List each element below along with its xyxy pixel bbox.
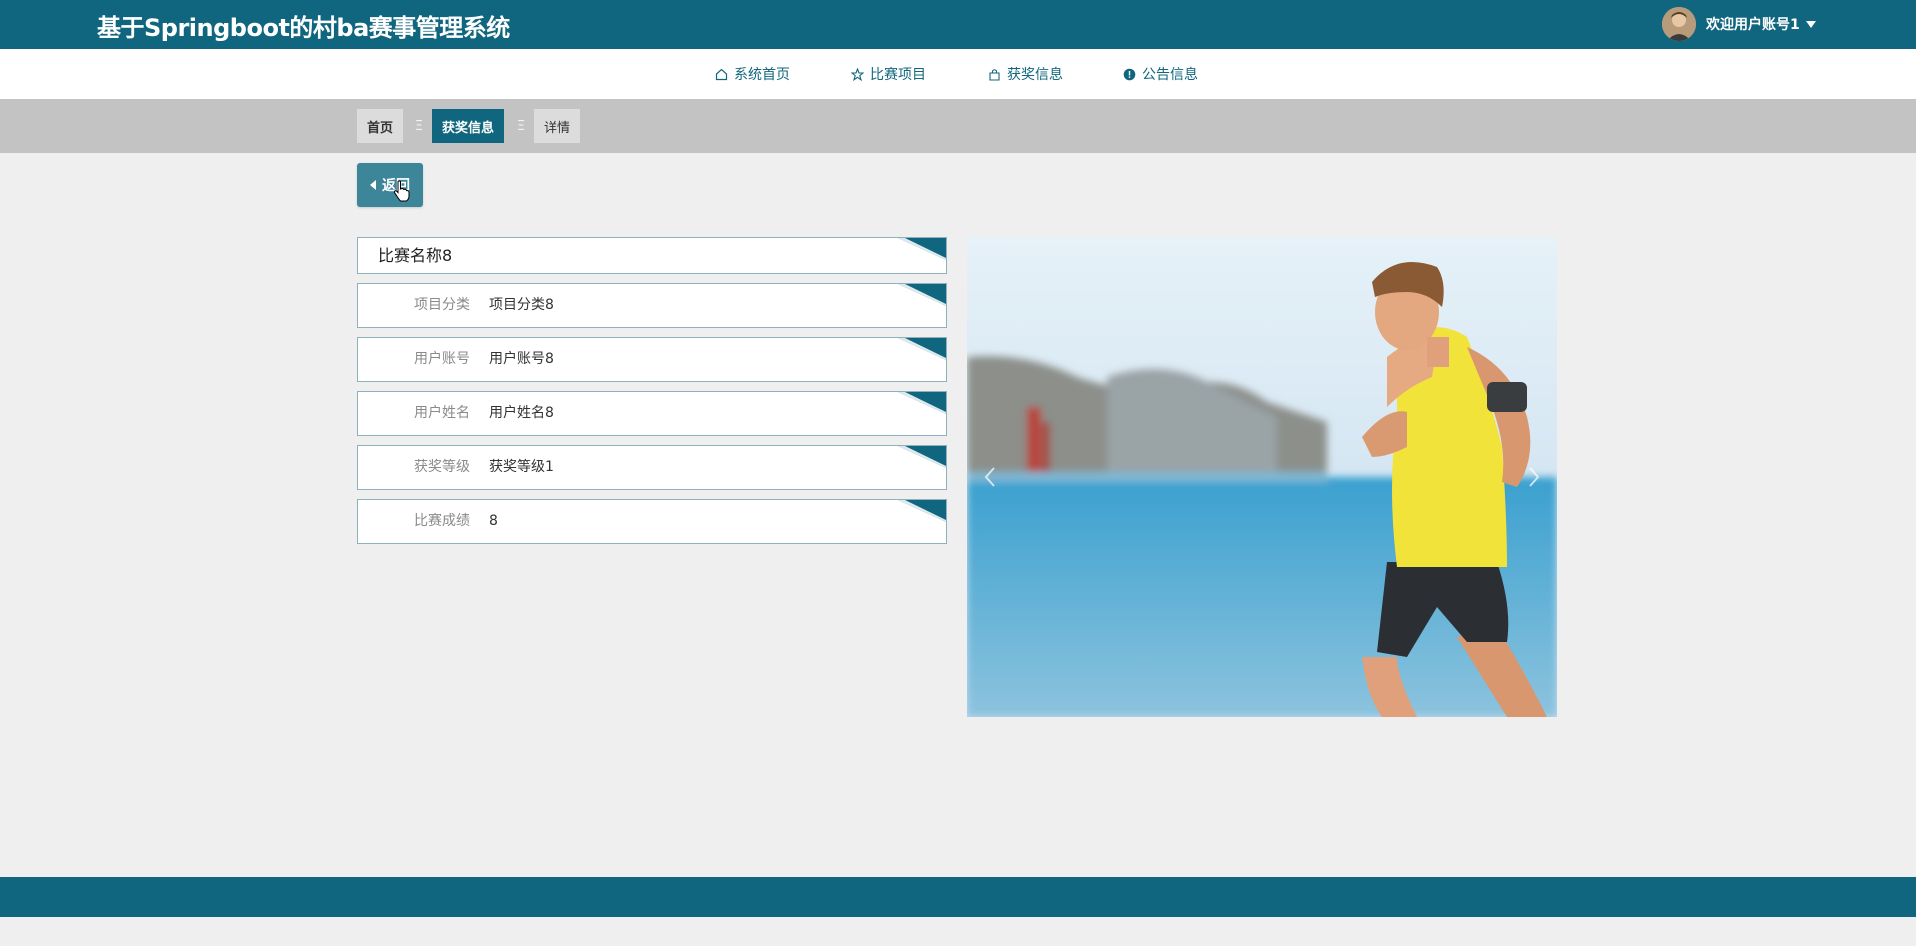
breadcrumb: 首页 Ξ 获奖信息 Ξ 详情: [0, 99, 1916, 153]
field-value: 用户账号8: [489, 351, 554, 367]
corner-decoration: [898, 238, 946, 260]
user-avatar[interactable]: [1662, 7, 1696, 41]
corner-decoration: [898, 284, 946, 306]
nav-item-home[interactable]: 系统首页: [715, 49, 790, 99]
nav-label-projects[interactable]: 比赛项目: [870, 64, 926, 84]
field-label: 用户姓名: [414, 405, 470, 421]
back-button[interactable]: 返回: [357, 163, 423, 207]
home-icon: [715, 68, 728, 80]
chevron-right-icon: [1529, 467, 1540, 487]
detail-row-account: 用户账号 用户账号8: [357, 337, 947, 382]
chevron-left-icon: [984, 467, 995, 487]
competition-name: 比赛名称8: [378, 246, 453, 265]
page-footer: [0, 877, 1916, 917]
breadcrumb-detail: 详情: [534, 109, 581, 143]
site-title: 基于Springboot的村ba赛事管理系统: [97, 14, 510, 42]
corner-decoration: [898, 392, 946, 414]
top-header: 基于Springboot的村ba赛事管理系统 欢迎用户账号1: [0, 0, 1916, 49]
detail-title-box: 比赛名称8: [357, 237, 947, 274]
image-carousel[interactable]: [967, 237, 1557, 717]
field-value: 获奖等级1: [489, 459, 554, 475]
runner-photo: [967, 237, 1557, 717]
star-icon: [851, 67, 864, 81]
nav-item-awards[interactable]: 获奖信息: [988, 49, 1063, 99]
breadcrumb-awards[interactable]: 获奖信息: [432, 109, 505, 143]
breadcrumb-separator: Ξ: [414, 118, 424, 134]
field-value: 8: [489, 513, 498, 529]
detail-row-category: 项目分类 项目分类8: [357, 283, 947, 328]
field-value: 用户姓名8: [489, 405, 554, 421]
user-welcome-label[interactable]: 欢迎用户账号1: [1706, 14, 1800, 34]
user-menu[interactable]: 欢迎用户账号1: [1662, 7, 1816, 41]
nav-item-projects[interactable]: 比赛项目: [851, 49, 926, 99]
carousel-prev-button[interactable]: [975, 457, 1005, 497]
nav-label-home[interactable]: 系统首页: [734, 64, 790, 84]
carousel-next-button[interactable]: [1519, 457, 1549, 497]
field-value: 项目分类8: [489, 297, 554, 313]
breadcrumb-separator: Ξ: [516, 118, 526, 134]
detail-row-award-level: 获奖等级 获奖等级1: [357, 445, 947, 490]
pointer-cursor-icon: [393, 180, 410, 202]
caret-left-icon: [370, 180, 376, 190]
field-label: 获奖等级: [414, 459, 470, 475]
caret-down-icon[interactable]: [1805, 20, 1816, 28]
corner-decoration: [898, 500, 946, 522]
bag-icon: [989, 68, 1000, 81]
field-label: 项目分类: [414, 297, 470, 313]
nav-label-notices[interactable]: 公告信息: [1142, 64, 1198, 84]
field-label: 比赛成绩: [414, 513, 470, 529]
field-label: 用户账号: [414, 351, 470, 367]
detail-row-name: 用户姓名 用户姓名8: [357, 391, 947, 436]
notice-icon: [1123, 68, 1136, 80]
corner-decoration: [898, 446, 946, 468]
nav-item-notices[interactable]: 公告信息: [1123, 49, 1198, 99]
nav-label-awards[interactable]: 获奖信息: [1007, 64, 1063, 84]
main-nav: 系统首页 比赛项目 获奖信息 公告信息: [0, 49, 1916, 99]
breadcrumb-home[interactable]: 首页: [357, 109, 404, 143]
corner-decoration: [898, 338, 946, 360]
detail-row-score: 比赛成绩 8: [357, 499, 947, 544]
